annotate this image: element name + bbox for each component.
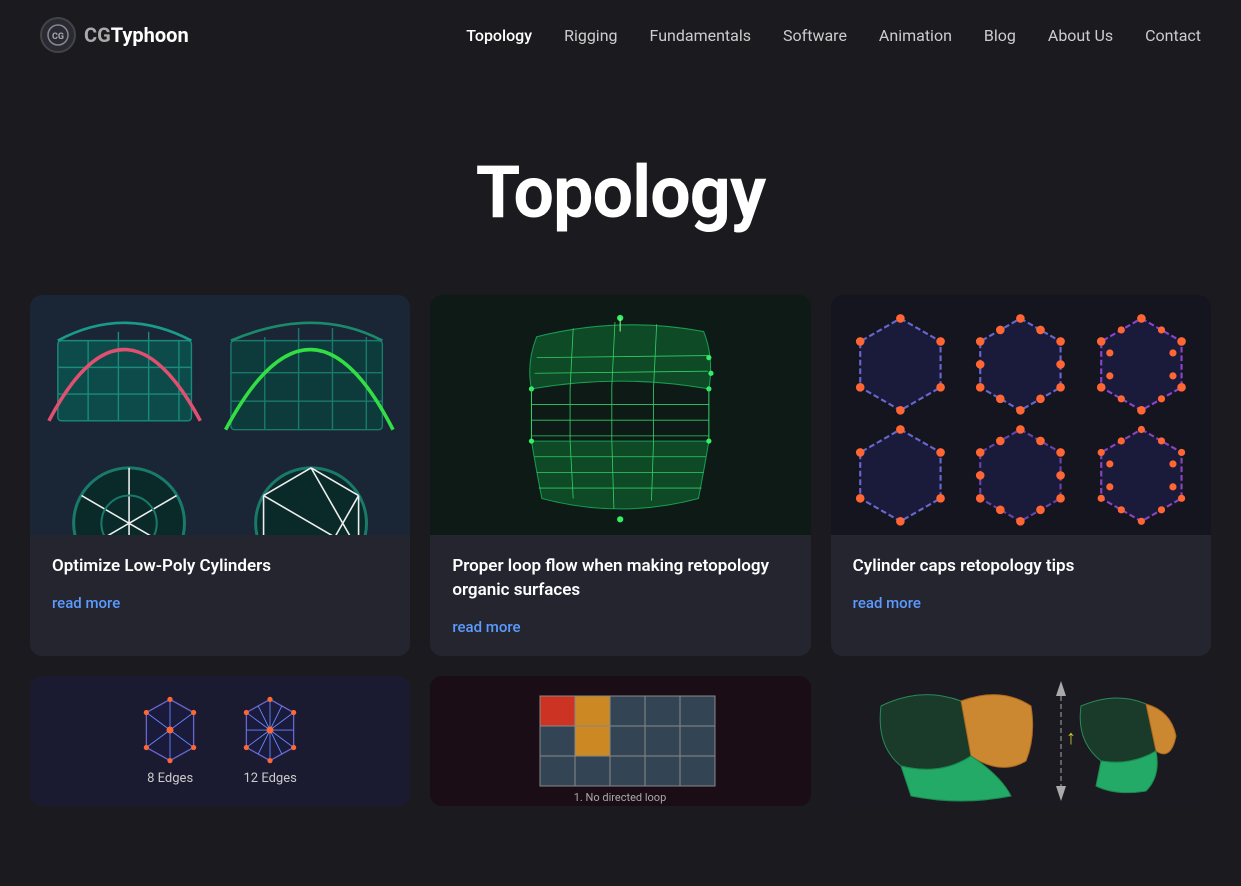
card-loop-image [430, 295, 810, 535]
partial-cards-row: 8 Edges [30, 676, 1211, 806]
hex-5 [963, 418, 1078, 533]
card-loop-body: Proper loop flow when making retopology … [430, 535, 810, 656]
nav-software[interactable]: Software [783, 26, 847, 45]
page-title: Topology [40, 150, 1201, 235]
partial-card-no-loop[interactable]: 1. No directed loop [430, 676, 810, 806]
main-nav: Topology Rigging Fundamentals Software A… [466, 26, 1201, 45]
hero-section: Topology [0, 70, 1241, 295]
logo-text: CGTyphoon [84, 23, 189, 47]
card-caps-body: Cylinder caps retopology tips read more [831, 535, 1211, 632]
svg-text:1. No directed loop: 1. No directed loop [574, 791, 667, 804]
hex-3 [1084, 307, 1199, 422]
partial-card-organic[interactable]: ↑ [831, 676, 1211, 806]
svg-text:↑: ↑ [1066, 725, 1076, 749]
card-caps-image [831, 295, 1211, 535]
organic-svg: ↑ [861, 676, 1181, 806]
edge-8: 8 Edges [135, 695, 205, 786]
cards-section: "Star" 12 Triangles [0, 295, 1241, 806]
card-cylinder-caps[interactable]: Cylinder caps retopology tips read more [831, 295, 1211, 656]
card-cylinders-image: "Star" 12 Triangles [30, 295, 410, 535]
card-caps-title: Cylinder caps retopology tips [853, 555, 1189, 579]
cyl-topright [222, 305, 400, 448]
hex-2 [963, 307, 1078, 422]
nav-blog[interactable]: Blog [984, 26, 1016, 45]
cyl-topleft [40, 305, 218, 448]
card-cylinders-link[interactable]: read more [52, 594, 120, 612]
card-cylinders-title: Optimize Low-Poly Cylinders [52, 555, 388, 579]
hex-6 [1084, 418, 1199, 533]
card-cylinders[interactable]: "Star" 12 Triangles [30, 295, 410, 656]
card-caps-link[interactable]: read more [853, 594, 921, 612]
logo-icon: CG [40, 17, 76, 53]
cyl-botright: "Strip" 10 Triangles [222, 452, 400, 535]
logo[interactable]: CG CGTyphoon [40, 17, 189, 53]
partial-card-edges[interactable]: 8 Edges [30, 676, 410, 806]
card-cylinders-body: Optimize Low-Poly Cylinders read more [30, 535, 410, 632]
card-loop-title: Proper loop flow when making retopology … [452, 555, 788, 603]
site-header: CG CGTyphoon Topology Rigging Fundamenta… [0, 0, 1241, 70]
label-12edges: 12 Edges [243, 771, 296, 786]
hex-4 [843, 418, 958, 533]
cyl-botleft: "Star" 12 Triangles [40, 452, 218, 535]
nav-about[interactable]: About Us [1048, 26, 1113, 45]
card-loop-link[interactable]: read more [452, 618, 520, 636]
nav-animation[interactable]: Animation [879, 26, 952, 45]
nav-topology[interactable]: Topology [466, 26, 532, 45]
edge-12: 12 Edges [235, 695, 305, 786]
main-cards-row: "Star" 12 Triangles [30, 295, 1211, 656]
label-8edges: 8 Edges [147, 771, 193, 786]
nav-fundamentals[interactable]: Fundamentals [650, 26, 752, 45]
nav-rigging[interactable]: Rigging [564, 26, 617, 45]
hex-1 [843, 307, 958, 422]
card-loop-flow[interactable]: Proper loop flow when making retopology … [430, 295, 810, 656]
nav-contact[interactable]: Contact [1145, 26, 1201, 45]
no-loop-svg: 1. No directed loop [520, 686, 720, 806]
svg-text:CG: CG [52, 32, 64, 42]
